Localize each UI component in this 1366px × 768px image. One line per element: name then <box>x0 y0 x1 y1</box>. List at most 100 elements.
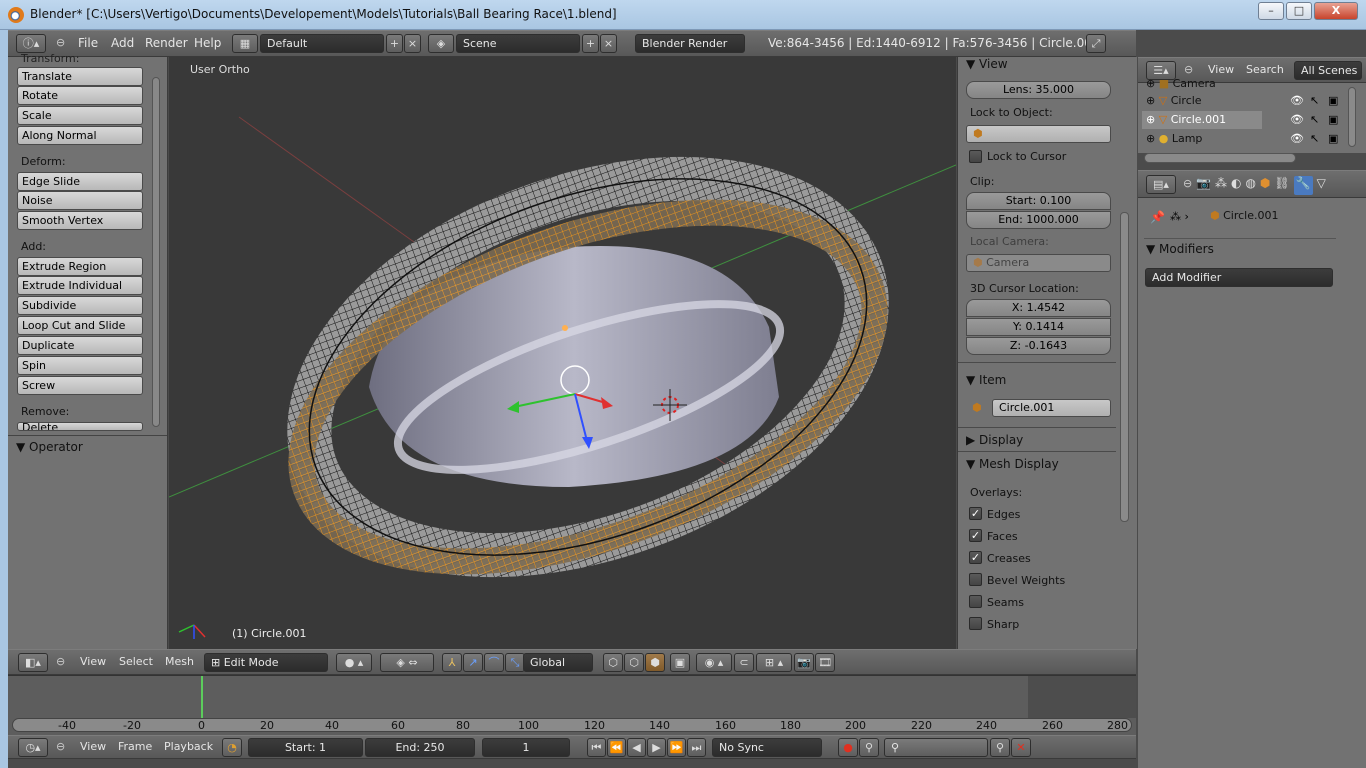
scale-button[interactable]: Scale <box>17 106 143 125</box>
timeline-menu-frame[interactable]: Frame <box>118 740 152 753</box>
screw-button[interactable]: Screw <box>17 376 143 395</box>
add-layout-icon[interactable]: + <box>386 34 403 53</box>
lens-field[interactable]: Lens: 35.000 <box>966 81 1111 99</box>
rotate-button[interactable]: Rotate <box>17 86 143 105</box>
limit-selection-visible-icon[interactable]: ▣ <box>670 653 690 672</box>
extrude-individual-button[interactable]: Extrude Individual <box>17 276 143 295</box>
toolshelf-scrollbar[interactable] <box>152 77 160 427</box>
collapse-menu-icon[interactable]: ⊖ <box>56 740 65 753</box>
scale-manipulator-icon[interactable]: ⤡ <box>505 653 525 672</box>
edge-slide-button[interactable]: Edge Slide <box>17 172 143 191</box>
clip-end-field[interactable]: End: 1000.000 <box>966 211 1111 229</box>
creases-checkbox[interactable]: ✓ <box>969 551 982 564</box>
visibility-eye-icon[interactable]: 👁 <box>1290 94 1304 107</box>
timeline-scrollbar[interactable] <box>12 718 1132 732</box>
subdivide-button[interactable]: Subdivide <box>17 296 143 315</box>
editor-type-3dview-icon[interactable]: ◧▴ <box>18 653 48 672</box>
render-camera-icon[interactable]: ▣ <box>1328 94 1338 107</box>
cursor-z-field[interactable]: Z: -0.1643 <box>966 337 1111 355</box>
face-select-icon[interactable]: ⬢ <box>645 653 665 672</box>
outliner-row-lamp[interactable]: ⊕ ● Lamp <box>1146 132 1202 145</box>
operator-panel-header[interactable]: ▼ Operator <box>16 440 83 454</box>
cursor-x-field[interactable]: X: 1.4542 <box>966 299 1111 317</box>
sharp-checkbox[interactable] <box>969 617 982 630</box>
timeline-menu-playback[interactable]: Playback <box>164 740 213 753</box>
lock-object-field[interactable]: ⬢ <box>966 125 1111 143</box>
snap-toggle-icon[interactable]: ⊂ <box>734 653 754 672</box>
select-arrow-icon[interactable]: ↖ <box>1310 132 1319 145</box>
translate-manipulator-icon[interactable]: ↗ <box>463 653 483 672</box>
render-layers-tab-icon[interactable]: ⁂ <box>1215 176 1227 195</box>
editor-type-properties-icon[interactable]: ▤▴ <box>1146 175 1176 194</box>
collapse-menu-icon[interactable]: ⊖ <box>1184 63 1193 76</box>
modifiers-tab-icon[interactable]: 🔧 <box>1293 176 1313 195</box>
item-name-field[interactable]: Circle.001 <box>992 399 1111 417</box>
select-arrow-icon[interactable]: ↖ <box>1310 113 1319 126</box>
item-panel-header[interactable]: ▼ Item <box>966 373 1006 387</box>
local-camera-field[interactable]: ⬢ Camera <box>966 254 1111 272</box>
mode-dropdown[interactable]: ⊞ Edit Mode <box>204 653 328 672</box>
render-animation-icon[interactable]: 🎞 <box>815 653 835 672</box>
sync-mode-dropdown[interactable]: No Sync <box>712 738 822 757</box>
add-modifier-dropdown[interactable]: Add Modifier <box>1145 268 1333 287</box>
minimize-button[interactable]: – <box>1258 2 1284 20</box>
delete-button[interactable]: Delete <box>17 422 143 431</box>
viewport-shading-dropdown[interactable]: ● ▴ <box>336 653 372 672</box>
clip-start-field[interactable]: Start: 0.100 <box>966 192 1111 210</box>
auto-keyframe-record-icon[interactable]: ● <box>838 738 858 757</box>
edge-select-icon[interactable]: ⬡ <box>624 653 644 672</box>
add-scene-icon[interactable]: + <box>582 34 599 53</box>
pivot-point-dropdown[interactable]: ◈ ⇔ <box>380 653 434 672</box>
current-frame-marker[interactable] <box>201 676 203 720</box>
seams-checkbox[interactable] <box>969 595 982 608</box>
constraints-tab-icon[interactable]: ⛓ <box>1274 176 1289 195</box>
jump-prev-keyframe-icon[interactable]: ⏪ <box>607 738 626 757</box>
outliner-menu-search[interactable]: Search <box>1246 63 1284 76</box>
menu-help[interactable]: Help <box>194 36 221 50</box>
insert-keyframe-icon[interactable]: ⚲ <box>990 738 1010 757</box>
3d-viewport[interactable]: User Ortho (1) Circle.001 <box>169 57 956 649</box>
current-frame-field[interactable]: 1 <box>482 738 570 757</box>
rotate-manipulator-icon[interactable]: ⌒ <box>484 653 504 672</box>
transform-orientation-dropdown[interactable]: Global <box>523 653 593 672</box>
end-frame-field[interactable]: End: 250 <box>365 738 475 757</box>
view3d-menu-view[interactable]: View <box>80 655 106 668</box>
noise-button[interactable]: Noise <box>17 191 143 210</box>
scene-field[interactable]: Scene <box>456 34 580 53</box>
outliner-row-camera[interactable]: ⊕ ■ Camera <box>1146 77 1346 91</box>
translate-button[interactable]: Translate <box>17 67 143 86</box>
timeline[interactable]: -40 -20 0 20 40 60 80 100 120 140 160 18… <box>8 675 1136 735</box>
bevel-weights-checkbox[interactable] <box>969 573 982 586</box>
visibility-eye-icon[interactable]: 👁 <box>1290 132 1304 145</box>
preview-range-icon[interactable]: ◔ <box>222 738 242 757</box>
outliner-row-circle[interactable]: ⊕ ▽ Circle <box>1146 94 1202 107</box>
duplicate-button[interactable]: Duplicate <box>17 336 143 355</box>
mesh-display-panel-header[interactable]: ▼ Mesh Display <box>966 457 1059 471</box>
screen-layout-field[interactable]: Default <box>260 34 384 53</box>
remove-scene-icon[interactable]: × <box>600 34 617 53</box>
jump-end-icon[interactable]: ⏭ <box>687 738 706 757</box>
render-camera-icon[interactable]: ▣ <box>1328 113 1338 126</box>
screen-layout-icon[interactable]: ▦ <box>232 34 258 53</box>
render-still-icon[interactable]: 📷 <box>794 653 814 672</box>
maximize-button[interactable]: □ <box>1286 2 1312 20</box>
pin-icon[interactable]: 📌 <box>1150 210 1165 224</box>
along-normal-button[interactable]: Along Normal <box>17 126 143 145</box>
extrude-region-button[interactable]: Extrude Region <box>17 257 143 276</box>
manipulator-toggle-icon[interactable]: ⅄ <box>442 653 462 672</box>
play-reverse-icon[interactable]: ◀ <box>627 738 646 757</box>
cursor-y-field[interactable]: Y: 0.1414 <box>966 318 1111 336</box>
smooth-vertex-button[interactable]: Smooth Vertex <box>17 211 143 230</box>
fullscreen-toggle-icon[interactable]: ⤢ <box>1086 34 1106 53</box>
render-camera-icon[interactable]: ▣ <box>1328 132 1338 145</box>
edges-checkbox[interactable]: ✓ <box>969 507 982 520</box>
object-tab-icon[interactable]: ⬢ <box>1260 176 1270 195</box>
play-icon[interactable]: ▶ <box>647 738 666 757</box>
outliner-scrollbar[interactable] <box>1348 87 1356 147</box>
outliner-hscrollbar[interactable] <box>1144 153 1296 163</box>
editor-type-timeline-icon[interactable]: ◷▴ <box>18 738 48 757</box>
lock-to-cursor-checkbox[interactable] <box>969 150 982 163</box>
faces-checkbox[interactable]: ✓ <box>969 529 982 542</box>
collapse-menu-icon[interactable]: ⊖ <box>56 36 65 49</box>
data-tab-icon[interactable]: ▽ <box>1317 176 1326 195</box>
